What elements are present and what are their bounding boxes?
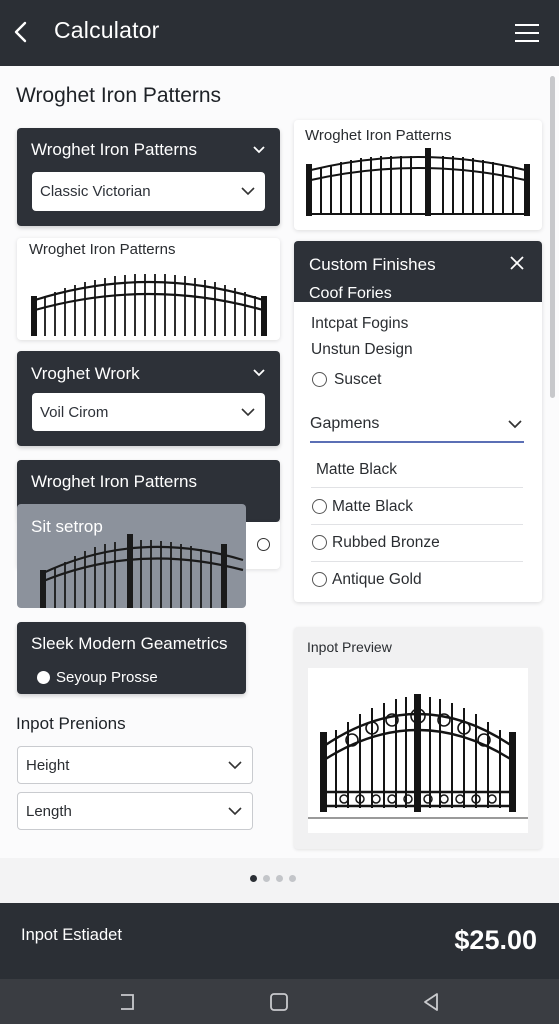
radio-button[interactable] — [312, 499, 327, 514]
custom-finishes-subtitle: Coof Fories — [309, 285, 392, 302]
page-dot[interactable] — [263, 875, 270, 882]
estimate-bar: Inpot Estiadet $25.00 — [0, 903, 559, 979]
chevron-down-icon — [241, 408, 255, 417]
back-triangle-icon[interactable] — [421, 992, 441, 1012]
app-header: Calculator — [0, 0, 559, 66]
radio-selected[interactable] — [37, 671, 50, 684]
length-select[interactable]: Length — [17, 792, 253, 830]
pattern-card-header: Wroghet Iron Patterns — [31, 472, 197, 491]
divider — [311, 524, 523, 525]
custom-finishes-panel: Custom Finishes Coof Fories Intcpat Fogi… — [294, 241, 542, 602]
height-select[interactable]: Height — [17, 746, 253, 784]
input-preview-card: Inpot Preview — [294, 627, 542, 849]
wrought-work-value: Voil Cirom — [40, 404, 109, 421]
finishes-line-1: Intcpat Fogins — [311, 315, 409, 332]
pattern-thumbnail-card[interactable]: Wroghet Iron Patterns — [17, 238, 280, 340]
chevron-down-icon — [228, 807, 242, 816]
finish-type-dropdown[interactable]: Gapmens — [310, 403, 524, 443]
radio-button[interactable] — [257, 538, 270, 551]
hamburger-menu-icon[interactable] — [512, 20, 542, 46]
preview-image — [308, 668, 528, 833]
input-section-label: Inpot Prenions — [16, 714, 126, 733]
pattern-style-select[interactable]: Classic Victorian — [32, 172, 265, 211]
system-navigation-bar — [0, 979, 559, 1024]
pattern-thumbnail-card[interactable]: Wroghet Iron Patterns — [294, 120, 542, 230]
pattern-selector-header: Wroghet Iron Patterns — [31, 140, 197, 159]
radio-button[interactable] — [312, 572, 327, 587]
sleek-option-label: Seyoup Prosse — [56, 669, 158, 686]
gate-illustration — [308, 694, 528, 819]
length-select-label: Length — [26, 803, 72, 820]
input-preview-label: Inpot Preview — [307, 639, 392, 655]
sleek-modern-title: Sleek Modern Geametrics — [31, 634, 228, 653]
chevron-left-icon[interactable] — [8, 18, 36, 46]
pattern-thumbnail-label: Wroghet Iron Patterns — [305, 127, 452, 144]
finish-option: Antique Gold — [332, 571, 422, 588]
finishes-line-2: Unstun Design — [311, 341, 413, 358]
finish-option-plain[interactable]: Matte Black — [316, 461, 397, 479]
gate-illustration — [306, 148, 530, 216]
chevron-down-icon[interactable] — [251, 365, 267, 381]
pattern-style-value: Classic Victorian — [40, 183, 151, 200]
setup-overlay-card[interactable]: Sit setrop — [17, 504, 246, 608]
custom-finishes-title: Custom Finishes — [309, 255, 436, 274]
pattern-selector-card: Wroghet Iron Patterns Classic Victorian — [17, 128, 280, 226]
page-dot[interactable] — [250, 875, 257, 882]
radio-button[interactable] — [312, 535, 327, 550]
radio-label: Suscet — [334, 371, 382, 388]
recent-apps-icon[interactable] — [118, 992, 138, 1012]
estimate-label: Inpot Estiadet — [21, 926, 122, 944]
page-dot[interactable] — [276, 875, 283, 882]
sleek-modern-card: Sleek Modern Geametrics Seyoup Prosse — [17, 622, 246, 694]
gate-illustration — [40, 534, 244, 608]
finish-option: Rubbed Bronze — [332, 534, 440, 551]
pattern-thumbnail-label: Wroghet Iron Patterns — [29, 241, 176, 258]
estimate-price: $25.00 — [454, 925, 537, 955]
close-icon[interactable] — [508, 254, 526, 272]
page-title: Wroghet Iron Patterns — [16, 84, 222, 107]
scrollbar[interactable] — [550, 76, 555, 398]
wrought-work-card: Vroghet Wrork Voil Cirom — [17, 351, 280, 446]
chevron-down-icon — [508, 420, 522, 429]
setup-overlay-label: Sit setrop — [31, 517, 103, 536]
divider — [311, 561, 523, 562]
page-dot[interactable] — [289, 875, 296, 882]
divider — [311, 487, 523, 488]
chevron-down-icon — [228, 761, 242, 770]
wrought-work-select[interactable]: Voil Cirom — [32, 393, 265, 431]
home-icon[interactable] — [269, 992, 289, 1012]
page-header-title: Calculator — [54, 17, 160, 43]
chevron-down-icon — [241, 187, 255, 196]
radio-button[interactable] — [312, 372, 327, 387]
custom-finishes-header: Custom Finishes Coof Fories — [294, 241, 542, 302]
finish-option: Matte Black — [332, 498, 413, 515]
finish-type-value: Gapmens — [310, 415, 380, 432]
chevron-down-icon[interactable] — [251, 142, 267, 158]
page-indicator — [250, 875, 300, 885]
gate-illustration — [31, 274, 267, 336]
height-select-label: Height — [26, 757, 70, 774]
wrought-work-header: Vroghet Wrork — [31, 364, 140, 383]
